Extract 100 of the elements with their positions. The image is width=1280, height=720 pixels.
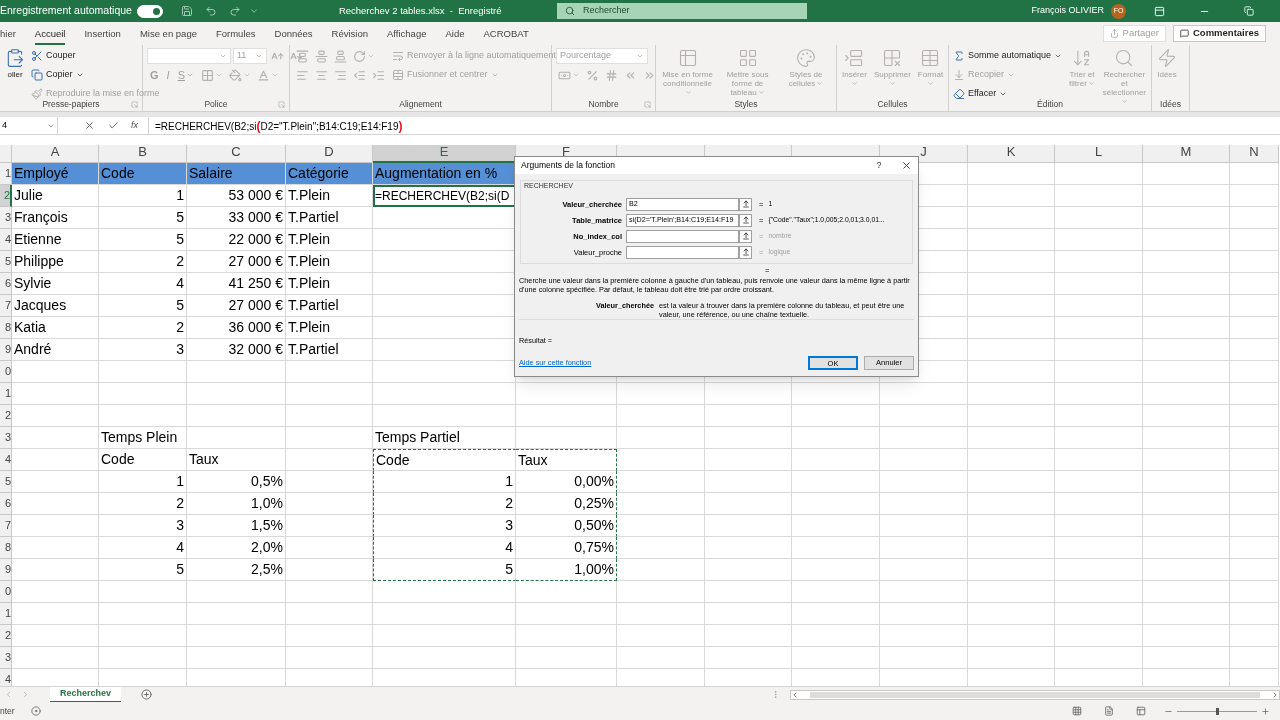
table-cell: 4 — [99, 273, 187, 295]
record-icon[interactable] — [30, 706, 41, 716]
table-cell — [1230, 405, 1279, 427]
page-break-icon[interactable] — [1136, 706, 1146, 716]
zoom-slider-thumb[interactable] — [1216, 707, 1219, 715]
row-header[interactable]: 7 — [0, 295, 12, 317]
row-header[interactable]: 8 — [0, 317, 12, 339]
close-icon[interactable] — [901, 159, 912, 171]
ribbon-button[interactable]: oller — [4, 48, 26, 79]
name-box[interactable]: 4 — [0, 117, 58, 134]
row-header[interactable]: 3 — [0, 647, 12, 669]
dialog-launcher-icon[interactable] — [644, 100, 651, 108]
ribbon-display-icon[interactable] — [1154, 5, 1165, 17]
row-header[interactable]: 9 — [0, 339, 12, 361]
search-field[interactable]: Rechercher — [556, 3, 807, 19]
table-cell: 1 — [99, 471, 187, 493]
column-header[interactable]: E — [373, 145, 516, 163]
splitter-icon[interactable] — [771, 690, 780, 699]
eraser-icon — [953, 88, 965, 100]
ribbon-tab[interactable]: Données — [274, 25, 313, 45]
row-header[interactable]: 1 — [0, 603, 12, 625]
save-icon[interactable] — [180, 5, 193, 17]
comments-button[interactable]: Commentaires — [1173, 25, 1266, 42]
table-cell: 1,00% — [516, 559, 617, 581]
row-header[interactable]: 4 — [0, 449, 12, 471]
row-header[interactable]: 4 — [0, 669, 12, 686]
zoom-slider[interactable] — [1177, 706, 1257, 716]
column-header[interactable]: C — [187, 145, 286, 163]
column-header[interactable]: M — [1143, 145, 1230, 163]
row-header[interactable]: 6 — [0, 273, 12, 295]
borders-icon — [200, 68, 214, 82]
row-header[interactable]: 6 — [0, 493, 12, 515]
caret-icon — [185, 71, 194, 79]
column-header[interactable]: N — [1230, 145, 1279, 163]
insert-function-button[interactable]: fx — [131, 118, 138, 133]
table-cell: 4 — [373, 537, 516, 559]
row-header[interactable]: 3 — [0, 207, 12, 229]
ribbon-tab[interactable]: Révision — [331, 25, 368, 45]
document-title: Recherchev 2 tables.xlsx - Enregistré — [338, 3, 503, 18]
ribbon-tab[interactable]: Insertion — [84, 25, 121, 45]
dialog-launcher-icon[interactable] — [278, 100, 285, 108]
row-header[interactable]: 4 — [0, 229, 12, 251]
row-header[interactable]: 2 — [0, 625, 12, 647]
collapse-dialog-button[interactable] — [739, 197, 752, 211]
row-header[interactable]: 0 — [0, 361, 12, 383]
undo-icon[interactable] — [204, 5, 217, 17]
column-header[interactable]: K — [968, 145, 1055, 163]
row-header[interactable]: 3 — [0, 427, 12, 449]
row-header[interactable]: 2 — [0, 405, 12, 427]
ribbon-tab[interactable]: Aide — [445, 25, 465, 45]
column-header[interactable]: A — [12, 145, 99, 163]
cancel-icon[interactable] — [84, 120, 95, 131]
ribbon-tab[interactable]: Affichage — [387, 25, 427, 45]
row-header[interactable]: 1 — [0, 383, 12, 405]
zoom-in-icon[interactable] — [1261, 706, 1270, 716]
horizontal-scrollbar[interactable] — [790, 689, 1280, 700]
column-header[interactable]: B — [99, 145, 187, 163]
dialog-launcher-icon[interactable] — [131, 100, 138, 108]
ribbon-tab[interactable]: Formules — [215, 25, 256, 45]
ribbon-tab[interactable]: Mise en page — [139, 25, 197, 45]
copy-icon — [31, 69, 43, 81]
row-header[interactable]: 5 — [0, 471, 12, 493]
ribbon-button[interactable]: Somme automatique — [953, 48, 1063, 64]
select-all-button[interactable] — [0, 145, 12, 163]
ribbon-button[interactable]: Effacer — [953, 86, 1008, 102]
ribbon-tab[interactable]: ACROBAT — [483, 25, 529, 45]
row-header[interactable]: 7 — [0, 515, 12, 537]
collapse-dialog-button[interactable] — [739, 213, 752, 227]
table-cell: 27 000 € — [187, 251, 286, 273]
row-header[interactable]: 0 — [0, 581, 12, 603]
redo-icon[interactable] — [228, 5, 241, 17]
previous-sheet-icon[interactable] — [4, 690, 13, 699]
ribbon-tab[interactable]: hier — [0, 25, 16, 45]
confirm-icon[interactable] — [108, 120, 119, 131]
row-header[interactable]: 5 — [0, 251, 12, 273]
row-header[interactable]: 2 — [0, 185, 12, 207]
column-header[interactable]: L — [1055, 145, 1143, 163]
sheet-tab[interactable]: Recherchev — [50, 686, 122, 703]
page-layout-icon[interactable] — [1104, 706, 1114, 716]
add-sheet-icon[interactable] — [141, 689, 153, 700]
argument-field[interactable] — [626, 245, 739, 259]
normal-view-icon[interactable] — [1072, 706, 1082, 716]
scroll-left-icon[interactable] — [791, 690, 799, 699]
argument-field[interactable] — [626, 229, 739, 243]
formula-input[interactable]: =RECHERCHEV(B2;si(D2="T.Plein";B14:C19;E14:F19) — [148, 117, 1280, 134]
row-header[interactable]: 8 — [0, 537, 12, 559]
group-title: Styles — [734, 97, 758, 111]
next-sheet-icon[interactable] — [21, 690, 30, 699]
restore-icon[interactable] — [1244, 6, 1254, 16]
collapse-dialog-button[interactable] — [739, 229, 752, 243]
scroll-right-icon[interactable] — [1271, 690, 1279, 699]
table-cell — [1230, 537, 1279, 559]
ribbon-button[interactable]: Copier — [31, 67, 84, 83]
row-header[interactable]: 1 — [0, 163, 12, 185]
collapse-dialog-button[interactable] — [739, 245, 752, 259]
column-header[interactable]: D — [286, 145, 373, 163]
ribbon-button[interactable]: Couper — [31, 48, 76, 64]
quick-access-menu-icon[interactable] — [248, 6, 259, 16]
row-header[interactable]: 9 — [0, 559, 12, 581]
autosave-toggle[interactable] — [136, 4, 163, 18]
